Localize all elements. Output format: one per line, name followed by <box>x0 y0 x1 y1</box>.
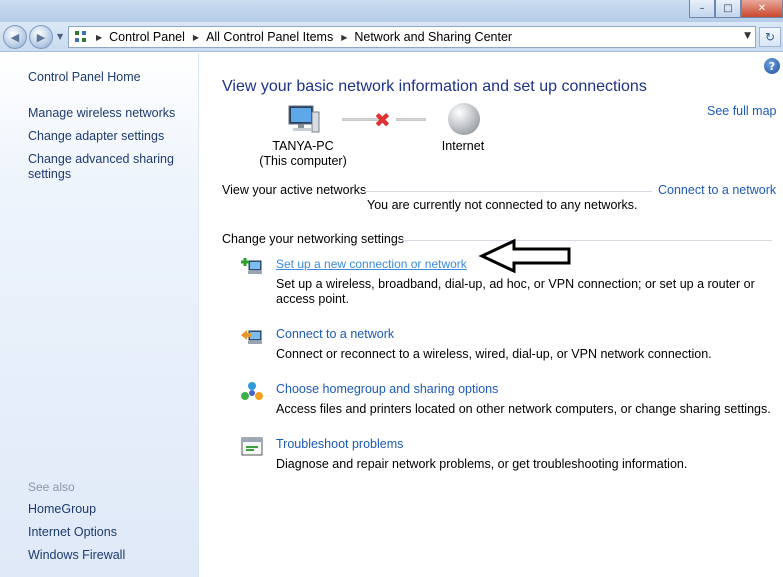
chevron-right-icon[interactable]: ▶ <box>96 33 102 42</box>
breadcrumb-control-panel[interactable]: Control Panel <box>109 30 185 44</box>
window-controls: – □ ✕ <box>689 0 783 18</box>
not-connected-message: You are currently not connected to any n… <box>367 198 638 212</box>
sidebar-change-adapter[interactable]: Change adapter settings <box>28 129 188 144</box>
computer-subtitle: (This computer) <box>259 154 347 168</box>
page-title: View your basic network information and … <box>222 78 647 95</box>
sidebar-windows-firewall[interactable]: Windows Firewall <box>28 548 188 563</box>
new-connection-icon[interactable] <box>240 256 264 278</box>
maximize-button[interactable]: □ <box>715 0 741 18</box>
setup-connection-desc: Set up a wireless, broadband, dial-up, a… <box>276 277 755 306</box>
change-settings-heading: Change your networking settings <box>222 232 405 246</box>
connect-network-link[interactable]: Connect to a network <box>276 327 394 341</box>
chevron-right-icon[interactable]: ▶ <box>193 33 199 42</box>
homegroup-icon[interactable] <box>240 381 264 403</box>
forward-button[interactable]: ▶ <box>29 25 53 49</box>
connection-line <box>396 118 426 121</box>
computer-icon[interactable] <box>284 104 320 136</box>
section-divider <box>402 240 772 241</box>
connect-network-icon[interactable] <box>240 326 264 348</box>
minimize-button[interactable]: – <box>689 0 715 18</box>
connect-to-network-link[interactable]: Connect to a network <box>658 183 776 197</box>
computer-name: TANYA-PC <box>272 139 334 153</box>
refresh-button[interactable]: ↻ <box>759 27 781 47</box>
address-dropdown-icon[interactable]: ▼ <box>744 31 751 41</box>
chevron-right-icon[interactable]: ▶ <box>341 33 347 42</box>
breadcrumb-all-items[interactable]: All Control Panel Items <box>206 30 333 44</box>
sidebar-homegroup[interactable]: HomeGroup <box>28 502 188 517</box>
homegroup-link[interactable]: Choose homegroup and sharing options <box>276 382 498 396</box>
troubleshoot-link[interactable]: Troubleshoot problems <box>276 437 403 451</box>
network-center-icon <box>74 30 88 44</box>
sidebar-control-panel-home[interactable]: Control Panel Home <box>28 70 188 85</box>
disconnected-icon[interactable]: ✖ <box>374 108 391 132</box>
troubleshoot-icon[interactable] <box>240 436 264 458</box>
breadcrumb-network-sharing[interactable]: Network and Sharing Center <box>354 30 512 44</box>
sidebar-manage-wireless[interactable]: Manage wireless networks <box>28 106 188 121</box>
active-networks-heading: View your active networks <box>222 183 367 197</box>
sidebar: Control Panel Home Manage wireless netwo… <box>0 53 199 577</box>
window-title-bar <box>0 0 783 22</box>
homegroup-desc: Access files and printers located on oth… <box>276 402 771 416</box>
setup-connection-link[interactable]: Set up a new connection or network <box>276 257 467 271</box>
internet-label: Internet <box>441 139 485 153</box>
close-button[interactable]: ✕ <box>741 0 783 18</box>
see-full-map-link[interactable]: See full map <box>707 104 776 118</box>
annotation-arrow-icon <box>478 238 571 274</box>
section-divider <box>364 191 652 192</box>
see-also-heading: See also <box>28 480 75 494</box>
troubleshoot-desc: Diagnose and repair network problems, or… <box>276 457 688 471</box>
sidebar-advanced-sharing[interactable]: Change advanced sharing settings <box>28 152 188 182</box>
recent-pages-dropdown[interactable]: ▼ <box>57 32 63 41</box>
address-toolbar: ◀ ▶ ▼ ▶ Control Panel ▶ All Control Pane… <box>0 22 783 52</box>
internet-globe-icon[interactable] <box>448 103 480 135</box>
sidebar-internet-options[interactable]: Internet Options <box>28 525 188 540</box>
back-button[interactable]: ◀ <box>3 25 27 49</box>
address-bar[interactable]: ▶ Control Panel ▶ All Control Panel Item… <box>68 26 756 48</box>
connect-network-desc: Connect or reconnect to a wireless, wire… <box>276 347 712 361</box>
help-icon[interactable]: ? <box>764 58 780 74</box>
